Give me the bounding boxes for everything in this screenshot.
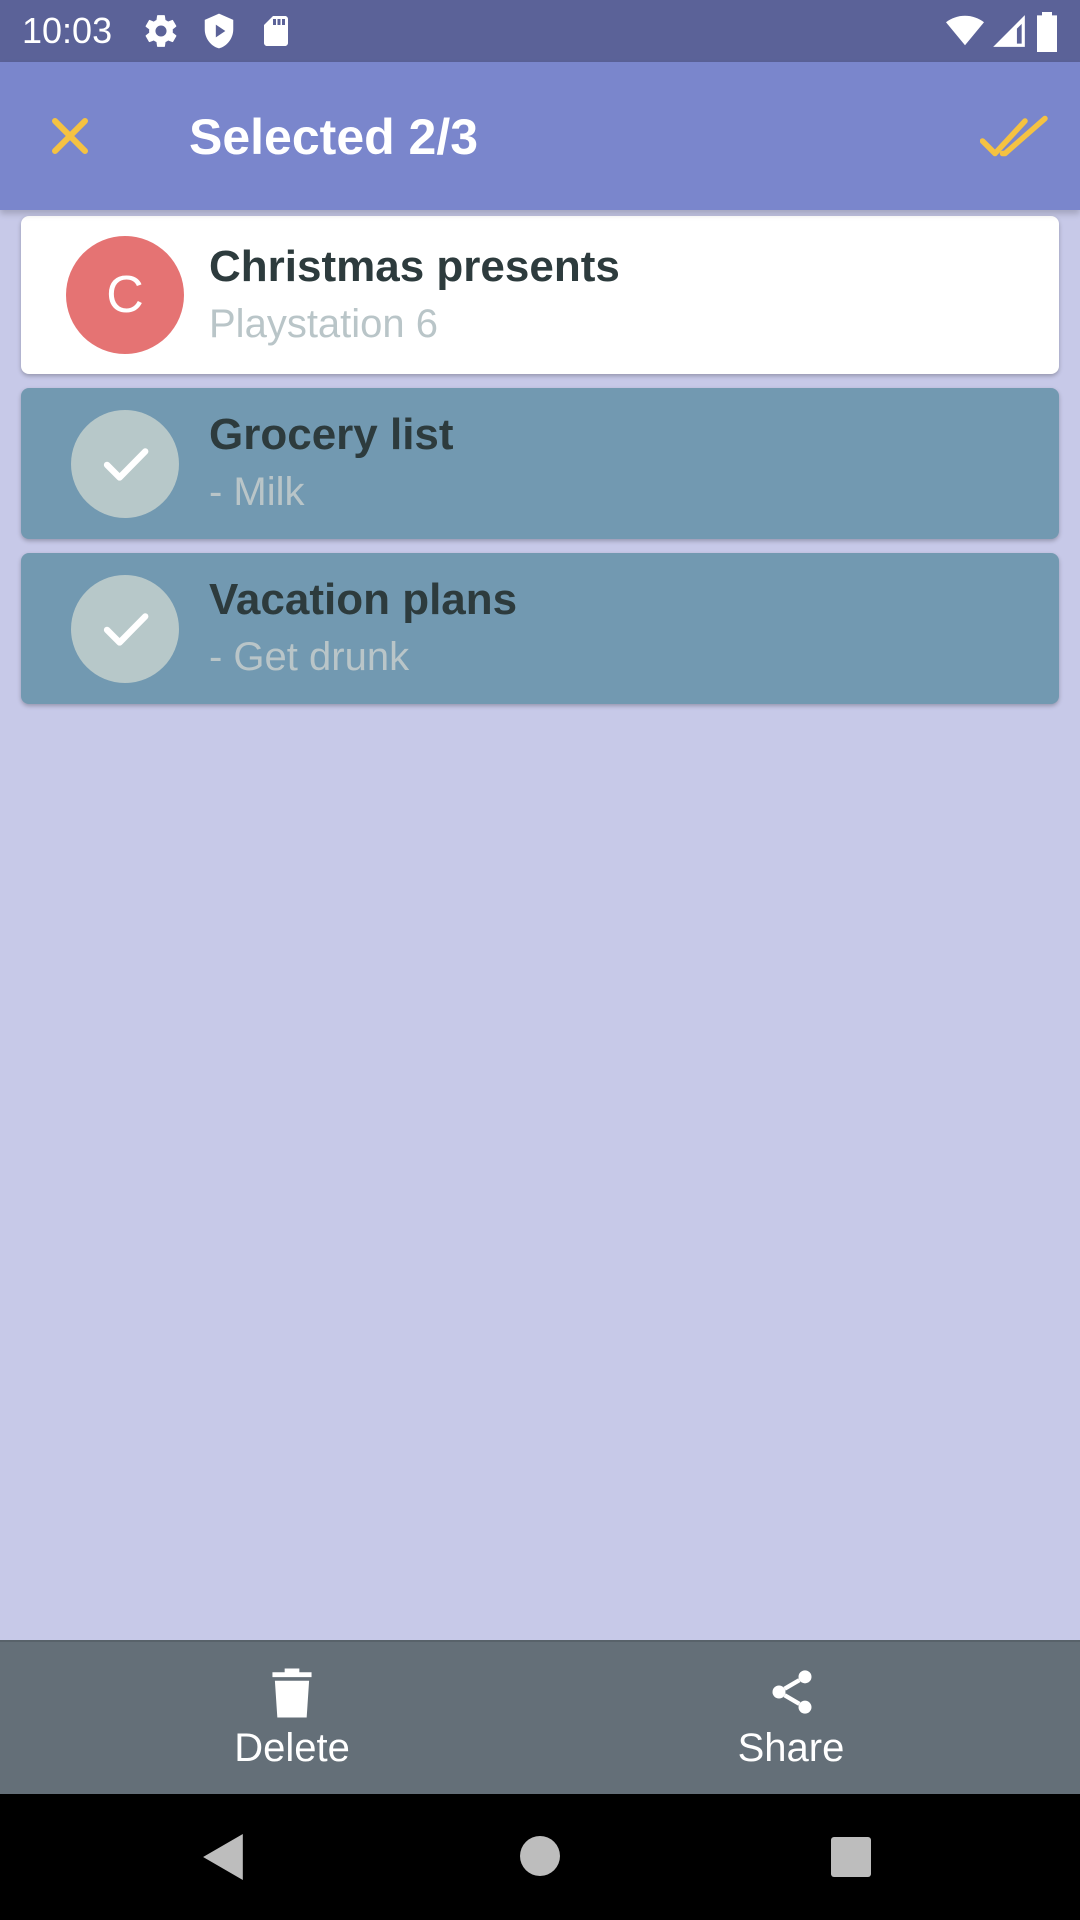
note-subtitle: Playstation 6 xyxy=(209,302,439,346)
delete-button[interactable]: Delete xyxy=(190,1642,394,1796)
status-bar: 10:03 xyxy=(0,0,1080,62)
note-title: Christmas presents xyxy=(209,242,620,291)
system-nav-bar xyxy=(0,1794,1080,1920)
battery-icon xyxy=(1037,12,1057,52)
selected-check-avatar xyxy=(71,410,179,518)
share-button[interactable]: Share xyxy=(690,1642,892,1796)
note-title: Vacation plans xyxy=(209,575,518,624)
gear-icon xyxy=(145,15,177,47)
check-icon xyxy=(103,613,149,646)
page-title: Selected 2/3 xyxy=(189,109,479,165)
signal-icon xyxy=(993,15,1025,47)
share-label: Share xyxy=(737,1726,845,1770)
note-card-grocery-list[interactable]: Grocery list - Milk xyxy=(21,388,1059,539)
check-icon xyxy=(103,448,149,481)
recents-icon[interactable] xyxy=(831,1837,871,1877)
wifi-icon xyxy=(946,15,984,46)
selected-check-avatar xyxy=(71,575,179,683)
bottom-action-bar: Delete Share xyxy=(0,1640,1080,1794)
avatar: C xyxy=(66,236,184,354)
app-bar: Selected 2/3 xyxy=(0,62,1080,210)
double-check-icon[interactable] xyxy=(980,106,1050,166)
note-subtitle: - Get drunk xyxy=(209,635,410,679)
sd-card-icon xyxy=(264,16,288,46)
note-subtitle: - Milk xyxy=(209,470,305,514)
home-icon[interactable] xyxy=(520,1836,560,1876)
share-icon xyxy=(772,1670,812,1714)
back-icon[interactable] xyxy=(203,1834,245,1880)
note-title: Grocery list xyxy=(209,410,454,459)
shield-icon xyxy=(204,13,234,49)
status-time: 10:03 xyxy=(22,10,113,51)
delete-label: Delete xyxy=(234,1726,350,1770)
note-card-christmas-presents[interactable]: C Christmas presents Playstation 6 xyxy=(21,216,1059,374)
trash-icon xyxy=(272,1668,312,1718)
close-icon[interactable] xyxy=(40,106,100,166)
note-card-vacation-plans[interactable]: Vacation plans - Get drunk xyxy=(21,553,1059,704)
